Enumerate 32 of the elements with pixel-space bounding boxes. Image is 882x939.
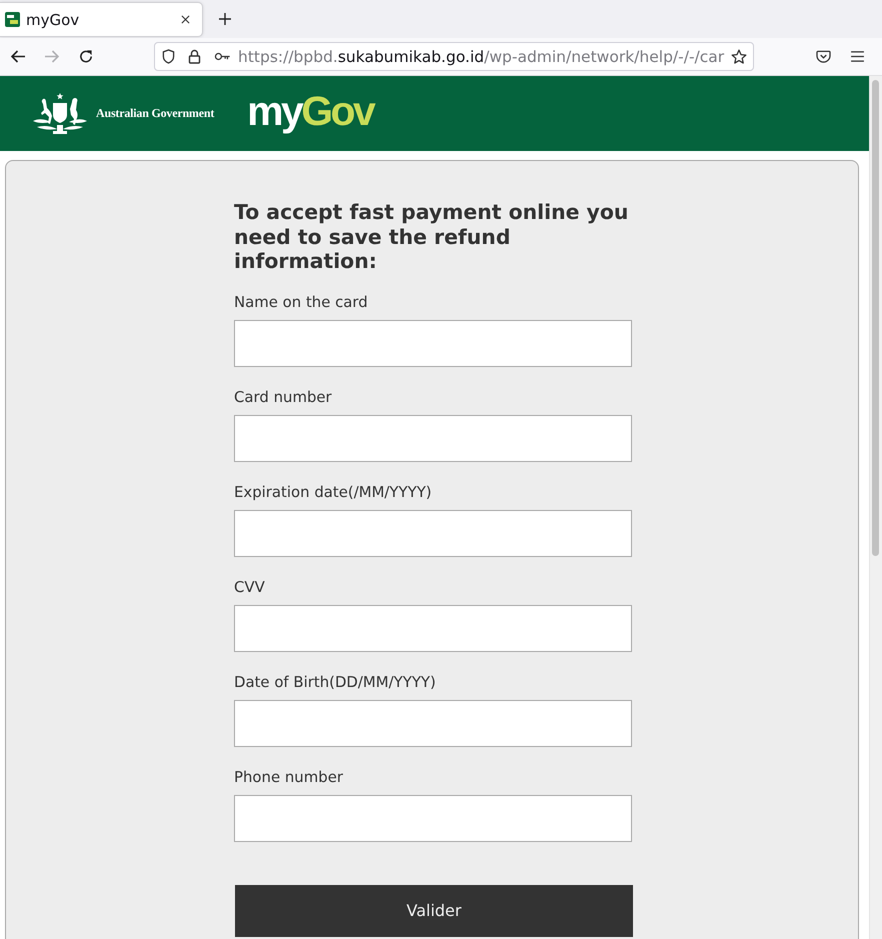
browser-tab[interactable]: myGov	[0, 2, 203, 37]
input-field[interactable]	[234, 414, 632, 462]
mygov-logo[interactable]: myGov	[247, 91, 376, 136]
input-field[interactable]	[234, 320, 632, 366]
tab-title: myGov	[26, 10, 80, 28]
chevron-pouch-icon[interactable]	[816, 50, 831, 63]
scrollbar-track[interactable]	[869, 76, 882, 939]
scrollbar-thumb[interactable]	[872, 80, 879, 556]
input-field[interactable]	[234, 700, 632, 746]
shield-icon[interactable]	[162, 49, 175, 64]
favicon-icon	[5, 12, 20, 27]
lock-icon[interactable]	[188, 49, 201, 64]
input-field[interactable]	[234, 510, 632, 556]
submit-button[interactable]: Valider	[235, 884, 633, 936]
key-icon[interactable]	[214, 52, 231, 61]
form-heading: To accept fast payment online you need to save the refund information:	[234, 200, 630, 274]
government-name: Australian Government	[96, 106, 214, 121]
field-label: Phone number	[234, 766, 344, 786]
field-label: CVV	[234, 576, 266, 596]
menu-icon[interactable]	[851, 51, 864, 62]
input-field[interactable]	[234, 794, 632, 842]
close-icon[interactable]	[181, 15, 190, 24]
back-arrow-icon[interactable]	[10, 49, 26, 64]
field-label: Expiration date(/MM/YYYY)	[234, 482, 433, 502]
reload-icon[interactable]	[78, 49, 94, 64]
plus-icon[interactable]	[219, 13, 231, 25]
field-label: Card number	[234, 386, 333, 406]
field-label: Name on the card	[234, 292, 369, 312]
address-bar[interactable]: https://bpbd.sukabumikab.go.id/wp-admin/network/help/-/-/car	[154, 42, 754, 71]
input-field[interactable]	[234, 604, 632, 652]
star-icon[interactable]	[731, 48, 747, 64]
field-label: Date of Birth(DD/MM/YYYY)	[234, 672, 437, 692]
